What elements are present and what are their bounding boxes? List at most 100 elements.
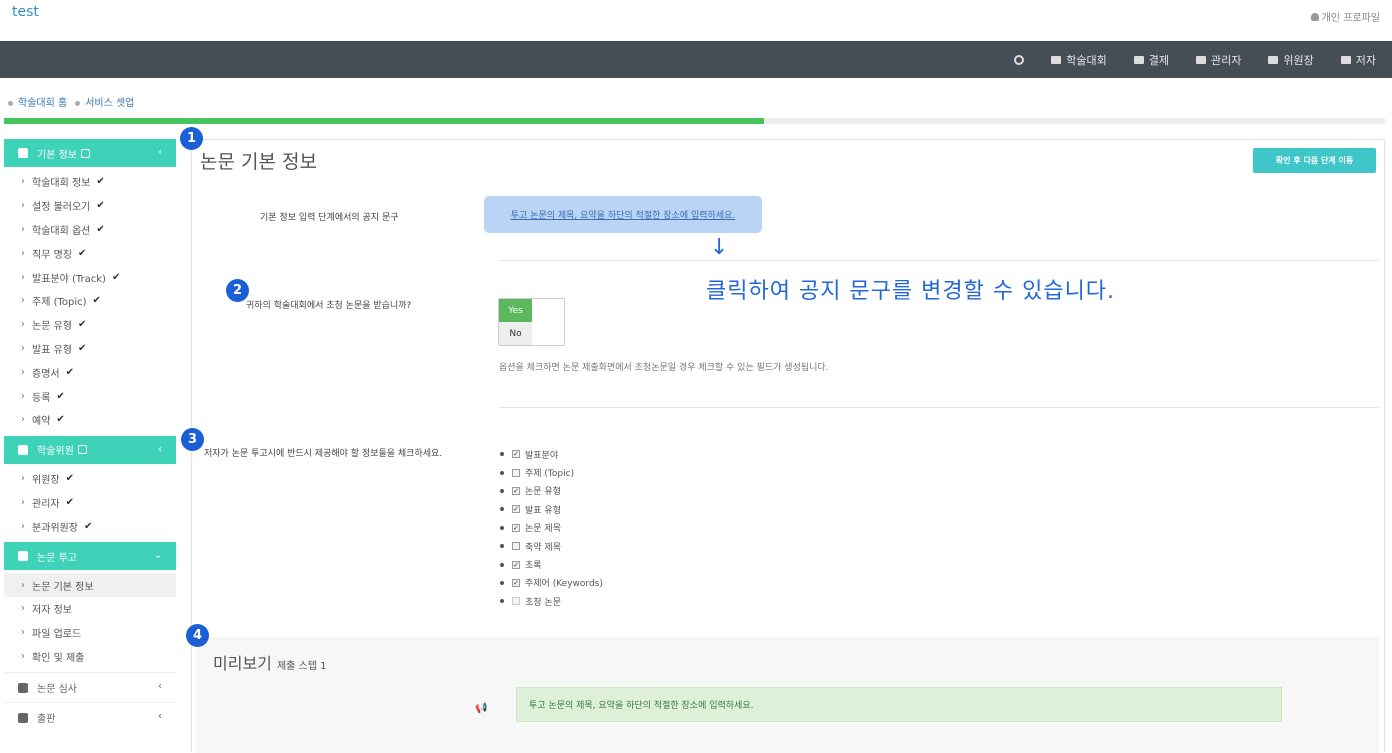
sidebar-section-publish[interactable]: 출판 ‹ <box>4 702 176 732</box>
preview-panel: 미리보기 제출 스텝 1 📢 투고 논문의 제목, 요약을 하단의 적절한 장소… <box>196 638 1379 753</box>
sidebar-item[interactable]: › 학술대회 정보 ✔ <box>4 170 176 194</box>
field-option[interactable]: 초청 논문 <box>500 592 603 610</box>
arrow-down-icon: ↓ <box>710 235 729 260</box>
nav-chair[interactable]: 위원장 <box>1268 52 1314 68</box>
nav-admin[interactable]: 관리자 <box>1196 52 1241 68</box>
sidebar-item-current[interactable]: › 논문 기본 정보 <box>4 573 176 597</box>
file-icon <box>18 551 28 562</box>
sidebar-item[interactable]: › 확인 및 제출 <box>4 645 176 669</box>
breadcrumb: 학술대회 홈 서비스 셋업 <box>8 94 134 109</box>
field-option[interactable]: ✓ 발표분야 <box>500 445 603 463</box>
field-label: 발표 유형 <box>525 505 561 516</box>
sidebar-item[interactable]: › 학술대회 옵션 ✔ <box>4 218 176 242</box>
check-icon: ✔ <box>77 247 87 259</box>
field-option[interactable]: ✓ 논문 유형 <box>500 482 603 500</box>
field-option[interactable]: 주제 (Topic) <box>500 463 603 481</box>
profile-link[interactable]: 개인 프로파일 <box>1310 9 1380 24</box>
required-fields-list: ✓ 발표분야 주제 (Topic) ✓ 논문 유형 ✓ 발표 유형 ✓ 논문 제목 축약 제목 ✓ 초… <box>500 445 603 611</box>
sidebar-item[interactable]: › 논문 유형 ✔ <box>4 313 176 337</box>
sidebar-basic-info-list: › 학술대회 정보 ✔ › 설정 불러오기 ✔ › 학술대회 옵션 ✔ › 직무 명칭 ✔ › 발… <box>4 167 176 436</box>
sidebar-section-committee[interactable]: 학술위원 ‹ <box>4 435 176 464</box>
sidebar-item[interactable]: › 발표 유형 ✔ <box>4 337 176 361</box>
field-checkbox[interactable] <box>512 597 520 606</box>
sidebar-item[interactable]: › 예약 ✔ <box>4 408 176 432</box>
book-icon <box>18 712 28 723</box>
chevron-left-icon: ‹ <box>158 681 162 693</box>
field-option[interactable]: 축약 제목 <box>500 537 603 555</box>
bullet-icon <box>75 101 81 106</box>
gavel-icon <box>1268 55 1279 64</box>
bullet-icon <box>500 452 504 457</box>
bullet-icon <box>500 525 504 530</box>
check-square-icon <box>77 445 87 455</box>
notice-label: 기본 정보 입력 단계에서의 공지 문구 <box>260 213 399 223</box>
chevron-down-icon: ⌄ <box>153 550 162 562</box>
field-option[interactable]: ✓ 발표 유형 <box>500 500 603 518</box>
breadcrumb-setup[interactable]: 서비스 셋업 <box>75 94 134 109</box>
breadcrumb-home[interactable]: 학술대회 홈 <box>8 94 67 109</box>
sidebar-item[interactable]: › 증명서 ✔ <box>4 360 176 384</box>
preview-notice: 투고 논문의 제목, 요약을 하단의 적절한 장소에 입력하세요. <box>516 687 1282 722</box>
step-badge-1: 1 <box>180 127 203 150</box>
field-checkbox[interactable]: ✓ <box>512 560 520 569</box>
field-label: 발표분야 <box>525 450 559 461</box>
field-label: 주제어 (Keywords) <box>525 579 603 590</box>
sidebar-section-review[interactable]: 논문 심사 ‹ <box>4 672 176 702</box>
nav-author[interactable]: 저자 <box>1340 52 1376 68</box>
annotation-text: 클릭하여 공지 문구를 변경할 수 있습니다. <box>706 279 1116 304</box>
search-icon[interactable] <box>1014 54 1025 65</box>
server-icon <box>1196 55 1206 64</box>
sidebar: 기본 정보 ‹ › 학술대회 정보 ✔ › 설정 불러오기 ✔ › 학술대회 옵션 ✔ › 직무… <box>4 139 176 752</box>
sidebar-item[interactable]: › 분과위원장 ✔ <box>4 514 176 538</box>
check-icon: ✔ <box>96 200 105 212</box>
chevron-left-icon: ‹ <box>158 147 162 158</box>
sidebar-item[interactable]: › 주제 (Topic) ✔ <box>4 289 176 313</box>
field-checkbox[interactable]: ✓ <box>512 578 520 587</box>
sidebar-item[interactable]: › 발표분야 (Track) ✔ <box>4 265 176 289</box>
field-option[interactable]: ✓ 논문 제목 <box>500 519 603 537</box>
brand-logo[interactable]: test <box>12 4 39 20</box>
check-icon: ✔ <box>65 473 74 485</box>
check-icon: ✔ <box>96 223 105 235</box>
toggle-no-option[interactable]: No <box>499 322 532 345</box>
field-checkbox[interactable] <box>512 542 520 551</box>
field-checkbox[interactable]: ✓ <box>512 505 520 514</box>
field-option[interactable]: ✓ 주제어 (Keywords) <box>500 574 603 592</box>
sidebar-item[interactable]: › 위원장 ✔ <box>4 467 176 491</box>
field-option[interactable]: ✓ 초록 <box>500 555 603 573</box>
check-icon: ✔ <box>77 342 87 354</box>
bullet-icon <box>500 470 504 475</box>
book-icon <box>1340 55 1351 64</box>
field-checkbox[interactable]: ✓ <box>512 450 520 459</box>
notice-editable-text[interactable]: 투고 논문의 제목, 요약을 하단의 적절한 장소에 입력하세요. <box>484 196 762 233</box>
chevron-left-icon: ‹ <box>158 711 162 723</box>
sidebar-item[interactable]: › 설정 불러오기 ✔ <box>4 194 176 218</box>
field-checkbox[interactable] <box>512 468 520 477</box>
field-checkbox[interactable]: ✓ <box>512 523 520 532</box>
main-panel: 논문 기본 정보 확인 후 다음 단계 이동 기본 정보 입력 단계에서의 공지… <box>191 139 1385 753</box>
invited-hint: 옵션을 체크하면 논문 제출화면에서 초청논문일 경우 체크할 수 있는 필드가… <box>499 363 829 373</box>
nav-payment[interactable]: 결제 <box>1133 52 1169 68</box>
sidebar-section-submission[interactable]: 논문 투고 ⌄ <box>4 542 176 571</box>
sidebar-item[interactable]: › 등록 ✔ <box>4 384 176 408</box>
field-label: 논문 제목 <box>525 524 561 535</box>
invited-toggle[interactable]: Yes No <box>498 298 565 346</box>
sidebar-item[interactable]: › 파일 업로드 <box>4 621 176 645</box>
bullet-icon <box>500 580 504 585</box>
sidebar-item[interactable]: › 관리자 ✔ <box>4 491 176 515</box>
sidebar-item[interactable]: › 직무 명칭 ✔ <box>4 241 176 265</box>
sidebar-section-basic-info[interactable]: 기본 정보 ‹ <box>4 139 176 167</box>
divider <box>498 260 1379 261</box>
sidebar-item[interactable]: › 저자 정보 <box>4 597 176 621</box>
field-label: 축약 제목 <box>525 542 561 553</box>
next-step-button[interactable]: 확인 후 다음 단계 이동 <box>1253 148 1376 173</box>
bullet-icon <box>500 544 504 549</box>
preview-title: 미리보기 제출 스텝 1 <box>213 654 327 673</box>
bullet-icon <box>500 562 504 567</box>
toggle-yes-option[interactable]: Yes <box>499 299 532 322</box>
check-icon: ✔ <box>77 319 87 331</box>
check-icon: ✔ <box>92 295 101 307</box>
chevron-left-icon: ‹ <box>158 443 162 455</box>
field-checkbox[interactable]: ✓ <box>512 486 520 495</box>
nav-conference[interactable]: 학술대회 <box>1051 52 1107 68</box>
